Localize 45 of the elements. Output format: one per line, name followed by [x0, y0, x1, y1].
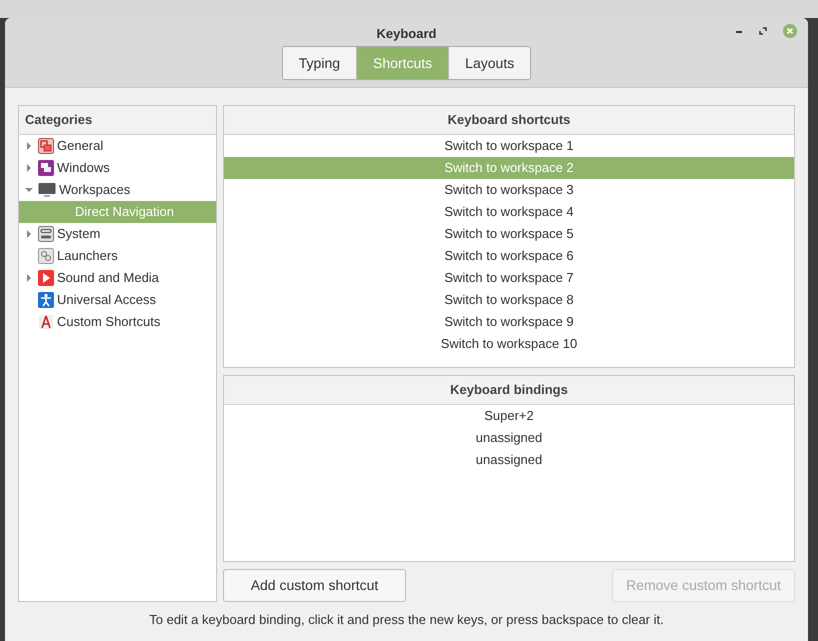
tree-item[interactable]: Windows	[19, 157, 216, 179]
general-icon	[38, 138, 54, 154]
tree-item-label: Workspaces	[59, 181, 130, 200]
tab[interactable]: Layouts	[448, 47, 530, 79]
tree-item[interactable]: Sound and Media	[19, 267, 216, 289]
shortcut-row[interactable]: Switch to workspace 10	[224, 333, 794, 355]
tree-item-label: General	[57, 137, 104, 156]
window-title: Keyboard	[376, 25, 436, 42]
tree-item-label: Custom Shortcuts	[57, 313, 160, 332]
tree-item-label: Launchers	[57, 247, 118, 266]
binding-row[interactable]: unassigned	[224, 427, 794, 449]
play-icon	[38, 270, 54, 286]
maximize-icon[interactable]	[758, 26, 768, 36]
tree-item-label: Universal Access	[57, 291, 156, 310]
tree-item[interactable]: Launchers	[19, 245, 216, 267]
shortcut-row[interactable]: Switch to workspace 9	[224, 311, 794, 333]
hint-text: To edit a keyboard binding, click it and press the new keys, or press backspace to clear it.	[148, 611, 665, 629]
toggles-icon	[38, 226, 54, 242]
accessibility-icon	[38, 292, 54, 308]
shortcut-row[interactable]: Switch to workspace 8	[224, 289, 794, 311]
shortcut-row[interactable]: Switch to workspace 6	[224, 245, 794, 267]
column-header: Keyboard shortcuts	[224, 106, 794, 135]
add-shortcut-button[interactable]: Add custom shortcut	[223, 569, 406, 602]
tree-item-label: Sound and Media	[57, 269, 159, 288]
launcher-icon	[38, 248, 54, 264]
tab[interactable]: Typing	[282, 47, 356, 79]
shortcut-row[interactable]: Switch to workspace 5	[224, 223, 794, 245]
shortcut-row[interactable]: Switch to workspace 7	[224, 267, 794, 289]
tree-item[interactable]: System	[19, 223, 216, 245]
tree-item[interactable]: Custom Shortcuts	[19, 311, 216, 333]
column-header: Categories	[19, 106, 216, 135]
column-header: Keyboard bindings	[224, 376, 794, 405]
binding-row[interactable]: Super+2	[224, 405, 794, 427]
tree-item-label: Windows	[57, 159, 110, 178]
shortcut-row[interactable]: Switch to workspace 4	[224, 201, 794, 223]
tree-item[interactable]: General	[19, 135, 216, 157]
tree-item-label: System	[57, 225, 100, 244]
shortcut-row[interactable]: Switch to workspace 3	[224, 179, 794, 201]
shortcut-row[interactable]: Switch to workspace 1	[224, 135, 794, 157]
tree-item[interactable]: Universal Access	[19, 289, 216, 311]
binding-row[interactable]: unassigned	[224, 449, 794, 471]
windows-icon	[38, 160, 54, 176]
monitor-icon	[38, 182, 56, 198]
close-icon[interactable]	[782, 23, 798, 39]
tree-item[interactable]: Workspaces	[19, 179, 216, 201]
